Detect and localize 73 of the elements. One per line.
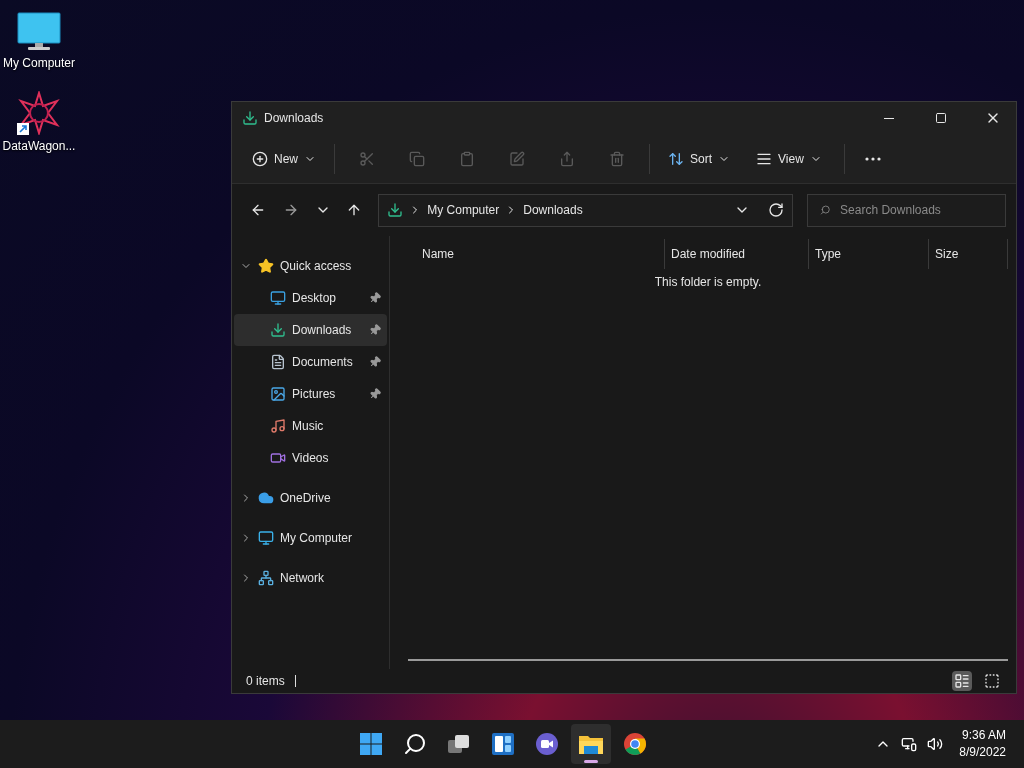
breadcrumb[interactable]: My Computer (427, 201, 500, 219)
delete-icon (609, 150, 625, 167)
download-icon (387, 202, 404, 218)
search-icon (403, 732, 427, 756)
desktop-shortcut[interactable]: My Computer (0, 8, 78, 75)
minimize-icon (884, 117, 894, 119)
copy-icon (409, 150, 425, 167)
search-icon (819, 204, 831, 216)
music-icon (270, 418, 286, 434)
nav-item[interactable]: Music (234, 410, 387, 442)
browser-icon (623, 732, 647, 756)
more-icon (864, 156, 881, 161)
item-count: 0 items (246, 673, 285, 690)
nav-item[interactable]: Desktop (234, 282, 387, 314)
desktop-shortcut[interactable]: DataWagon... (0, 87, 78, 158)
star-icon (258, 258, 274, 274)
download-icon (242, 110, 258, 126)
cut-icon (359, 150, 375, 167)
refresh-icon[interactable] (767, 202, 784, 218)
network-icon (258, 570, 274, 586)
nav-item[interactable]: OneDrive (232, 482, 389, 514)
shortcut-label: DataWagon... (2, 139, 76, 154)
sort-button[interactable]: Sort (658, 141, 741, 176)
share-icon (559, 150, 575, 167)
empty-folder-message: This folder is empty. (654, 274, 762, 291)
details-view-button[interactable] (952, 671, 972, 691)
list-icon (954, 673, 970, 689)
widgets-icon (491, 732, 515, 756)
monitor-icon (17, 12, 61, 52)
download-icon (270, 322, 286, 338)
nav-item[interactable]: Downloads (234, 314, 387, 346)
monitor-icon (258, 530, 274, 546)
windows-logo-icon (359, 732, 383, 756)
column-header[interactable]: Name (408, 239, 664, 269)
active-indicator (584, 760, 598, 763)
nav-item[interactable]: Network (232, 562, 389, 594)
breadcrumb[interactable]: Downloads (523, 201, 583, 219)
column-header[interactable]: Date modified (664, 239, 808, 269)
tiles-view-button[interactable] (982, 671, 1002, 691)
video-icon (270, 450, 286, 466)
document-icon (270, 354, 286, 370)
rename-icon (509, 150, 525, 167)
maximize-icon (935, 112, 947, 124)
network-status-icon[interactable] (901, 736, 918, 752)
nav-item[interactable]: Pictures (234, 378, 387, 410)
picture-icon (270, 386, 286, 402)
sort-arrows-icon (668, 150, 684, 167)
paste-icon (459, 150, 475, 167)
star-emblem-icon (17, 91, 61, 135)
volume-icon[interactable] (927, 736, 944, 752)
desktop-icon (270, 290, 286, 306)
column-header[interactable]: Type (808, 239, 928, 269)
chat-icon (535, 732, 559, 756)
shortcut-label: My Computer (3, 56, 75, 71)
view-button[interactable]: View (742, 141, 836, 176)
new-button[interactable]: New (242, 141, 326, 176)
nav-item[interactable]: Documents (234, 346, 387, 378)
cloud-icon (258, 490, 274, 506)
nav-item[interactable]: Videos (234, 442, 387, 474)
nav-item[interactable]: Quick access (232, 250, 389, 282)
taskbar-button[interactable] (571, 724, 611, 764)
column-header[interactable]: Size (928, 239, 1008, 269)
clock[interactable]: 9:36 AM 8/9/2022 (959, 727, 1006, 761)
nav-item[interactable]: My Computer (232, 522, 389, 554)
shortcut-arrow-icon (17, 123, 29, 135)
address-bar[interactable]: My Computer Downloads (378, 193, 793, 227)
plus-circle-icon (252, 150, 268, 167)
square-icon (984, 673, 1000, 689)
horizontal-scrollbar[interactable] (408, 659, 1008, 661)
task-view-icon (447, 732, 471, 756)
search-input[interactable]: Search Downloads (840, 201, 993, 219)
search-field[interactable]: Search Downloads (806, 193, 1006, 227)
window-title: Downloads (264, 110, 324, 127)
